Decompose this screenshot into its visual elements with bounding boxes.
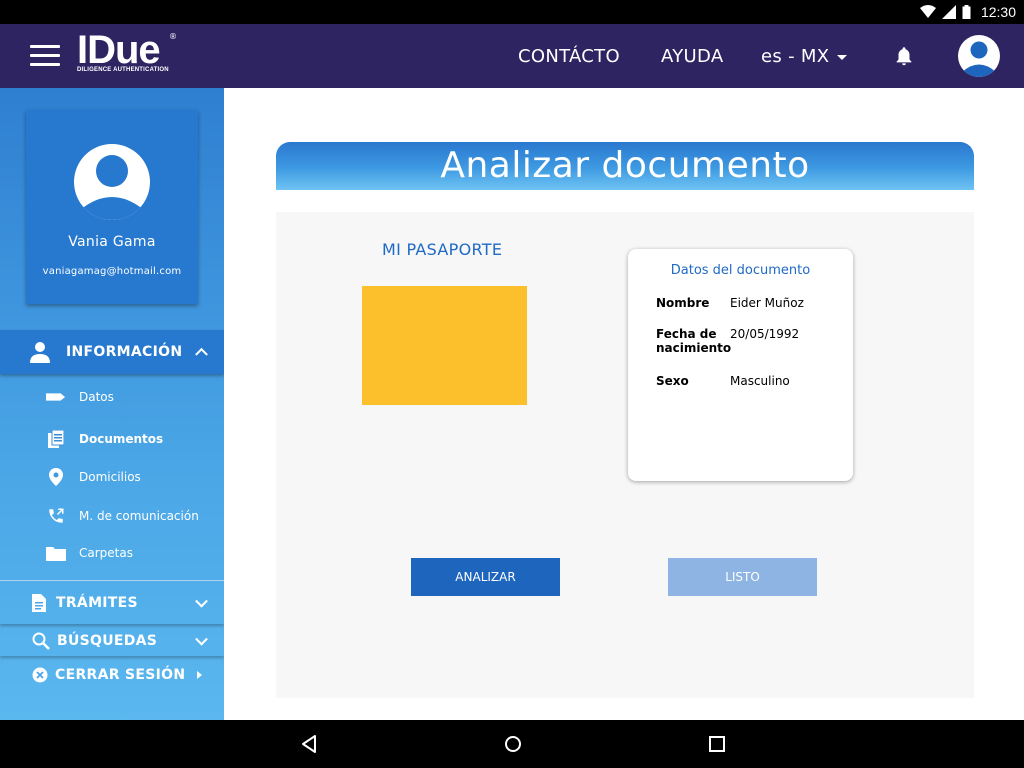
- system-nav-bar: [0, 720, 1024, 768]
- page-title: Analizar documento: [440, 145, 810, 186]
- document-icon: [32, 593, 46, 612]
- search-icon: [32, 632, 50, 650]
- sidebar-section-tramites[interactable]: TRÁMITES: [0, 580, 224, 624]
- chevron-down-icon: [195, 632, 208, 646]
- sidebar-section-busquedas[interactable]: BÚSQUEDAS: [0, 626, 224, 656]
- chevron-up-icon: [195, 347, 208, 361]
- field-value-sexo: Masculino: [730, 374, 790, 388]
- sidebar-item-label: Carpetas: [79, 546, 133, 560]
- sidebar-item-documentos[interactable]: Documentos: [46, 430, 163, 448]
- profile-card: Vania Gama vaniagamag@hotmail.com: [26, 110, 198, 304]
- profile-name: Vania Gama: [68, 234, 156, 250]
- sidebar-item-carpetas[interactable]: Carpetas: [46, 544, 133, 562]
- signal-icon: [941, 5, 956, 19]
- field-value-nombre: Eider Muñoz: [730, 296, 804, 310]
- documents-icon: [46, 430, 66, 448]
- recents-icon[interactable]: [707, 734, 727, 754]
- logo-tagline: DILIGENCE AUTHENTICATION: [77, 67, 169, 73]
- status-bar: 12:30: [0, 0, 1024, 24]
- data-card-title: Datos del documento: [670, 263, 811, 278]
- user-avatar-icon[interactable]: [958, 35, 1000, 77]
- field-label-nombre: Nombre: [656, 296, 710, 310]
- home-icon[interactable]: [503, 734, 523, 754]
- tag-icon: [46, 388, 66, 406]
- back-icon[interactable]: [299, 734, 319, 754]
- page-title-bar: Analizar documento: [276, 142, 974, 190]
- field-value-fecha: 20/05/1992: [730, 327, 800, 341]
- app-header: IDue ® DILIGENCE AUTHENTICATION CONTÁCTO…: [0, 24, 1024, 88]
- phone-icon: [46, 507, 66, 525]
- section-label: TRÁMITES: [56, 594, 138, 611]
- status-clock: 12:30: [980, 4, 1016, 20]
- menu-icon[interactable]: [30, 45, 60, 67]
- notification-bell-icon[interactable]: [893, 45, 915, 67]
- sidebar-logout[interactable]: CERRAR SESIÓN: [0, 660, 224, 690]
- sidebar-item-label: Documentos: [79, 432, 164, 446]
- document-type-label: MI PASAPORTE: [382, 240, 503, 259]
- nav-contact-link[interactable]: CONTÁCTO: [518, 46, 620, 67]
- close-circle-icon: [32, 667, 48, 683]
- nav-help-link[interactable]: AYUDA: [661, 46, 723, 67]
- sidebar-item-domicilios[interactable]: Domicilios: [46, 468, 141, 486]
- chevron-down-icon: [837, 55, 848, 60]
- folder-icon: [46, 544, 66, 562]
- analyze-button[interactable]: ANALIZAR: [411, 558, 560, 596]
- sidebar: Vania Gama vaniagamag@hotmail.com INFORM…: [0, 88, 224, 720]
- section-label: INFORMACIÓN: [66, 344, 183, 360]
- person-icon: [30, 342, 50, 363]
- logo-mark: IDue: [77, 28, 161, 72]
- chevron-right-icon: [197, 671, 202, 679]
- sidebar-item-label: Datos: [79, 390, 114, 404]
- sidebar-item-label: M. de comunicación: [79, 509, 199, 523]
- wifi-icon: [919, 5, 936, 18]
- document-image: [362, 286, 527, 405]
- done-button[interactable]: LISTO: [668, 558, 817, 596]
- field-label-fecha: Fecha de nacimiento: [656, 327, 732, 355]
- profile-email: vaniagamag@hotmail.com: [42, 266, 182, 277]
- section-label: CERRAR SESIÓN: [55, 667, 186, 683]
- location-pin-icon: [46, 468, 66, 486]
- chevron-down-icon: [195, 594, 208, 608]
- field-label-sexo: Sexo: [656, 374, 689, 388]
- logo-registered: ®: [169, 32, 177, 41]
- sidebar-item-label: Domicilios: [79, 470, 141, 484]
- sidebar-item-datos[interactable]: Datos: [46, 388, 114, 406]
- document-panel: MI PASAPORTE Datos del documento Nombre …: [276, 212, 974, 698]
- sidebar-section-informacion[interactable]: INFORMACIÓN: [0, 330, 224, 374]
- language-label: es - MX: [761, 46, 830, 67]
- document-data-card: Datos del documento Nombre Eider Muñoz F…: [628, 249, 853, 481]
- app-logo: IDue ® DILIGENCE AUTHENTICATION: [77, 28, 177, 73]
- language-selector[interactable]: es - MX: [761, 46, 848, 67]
- section-label: BÚSQUEDAS: [57, 633, 158, 649]
- battery-icon: [962, 5, 971, 19]
- sidebar-item-comunicacion[interactable]: M. de comunicación: [46, 507, 199, 525]
- profile-avatar-icon: [74, 144, 150, 220]
